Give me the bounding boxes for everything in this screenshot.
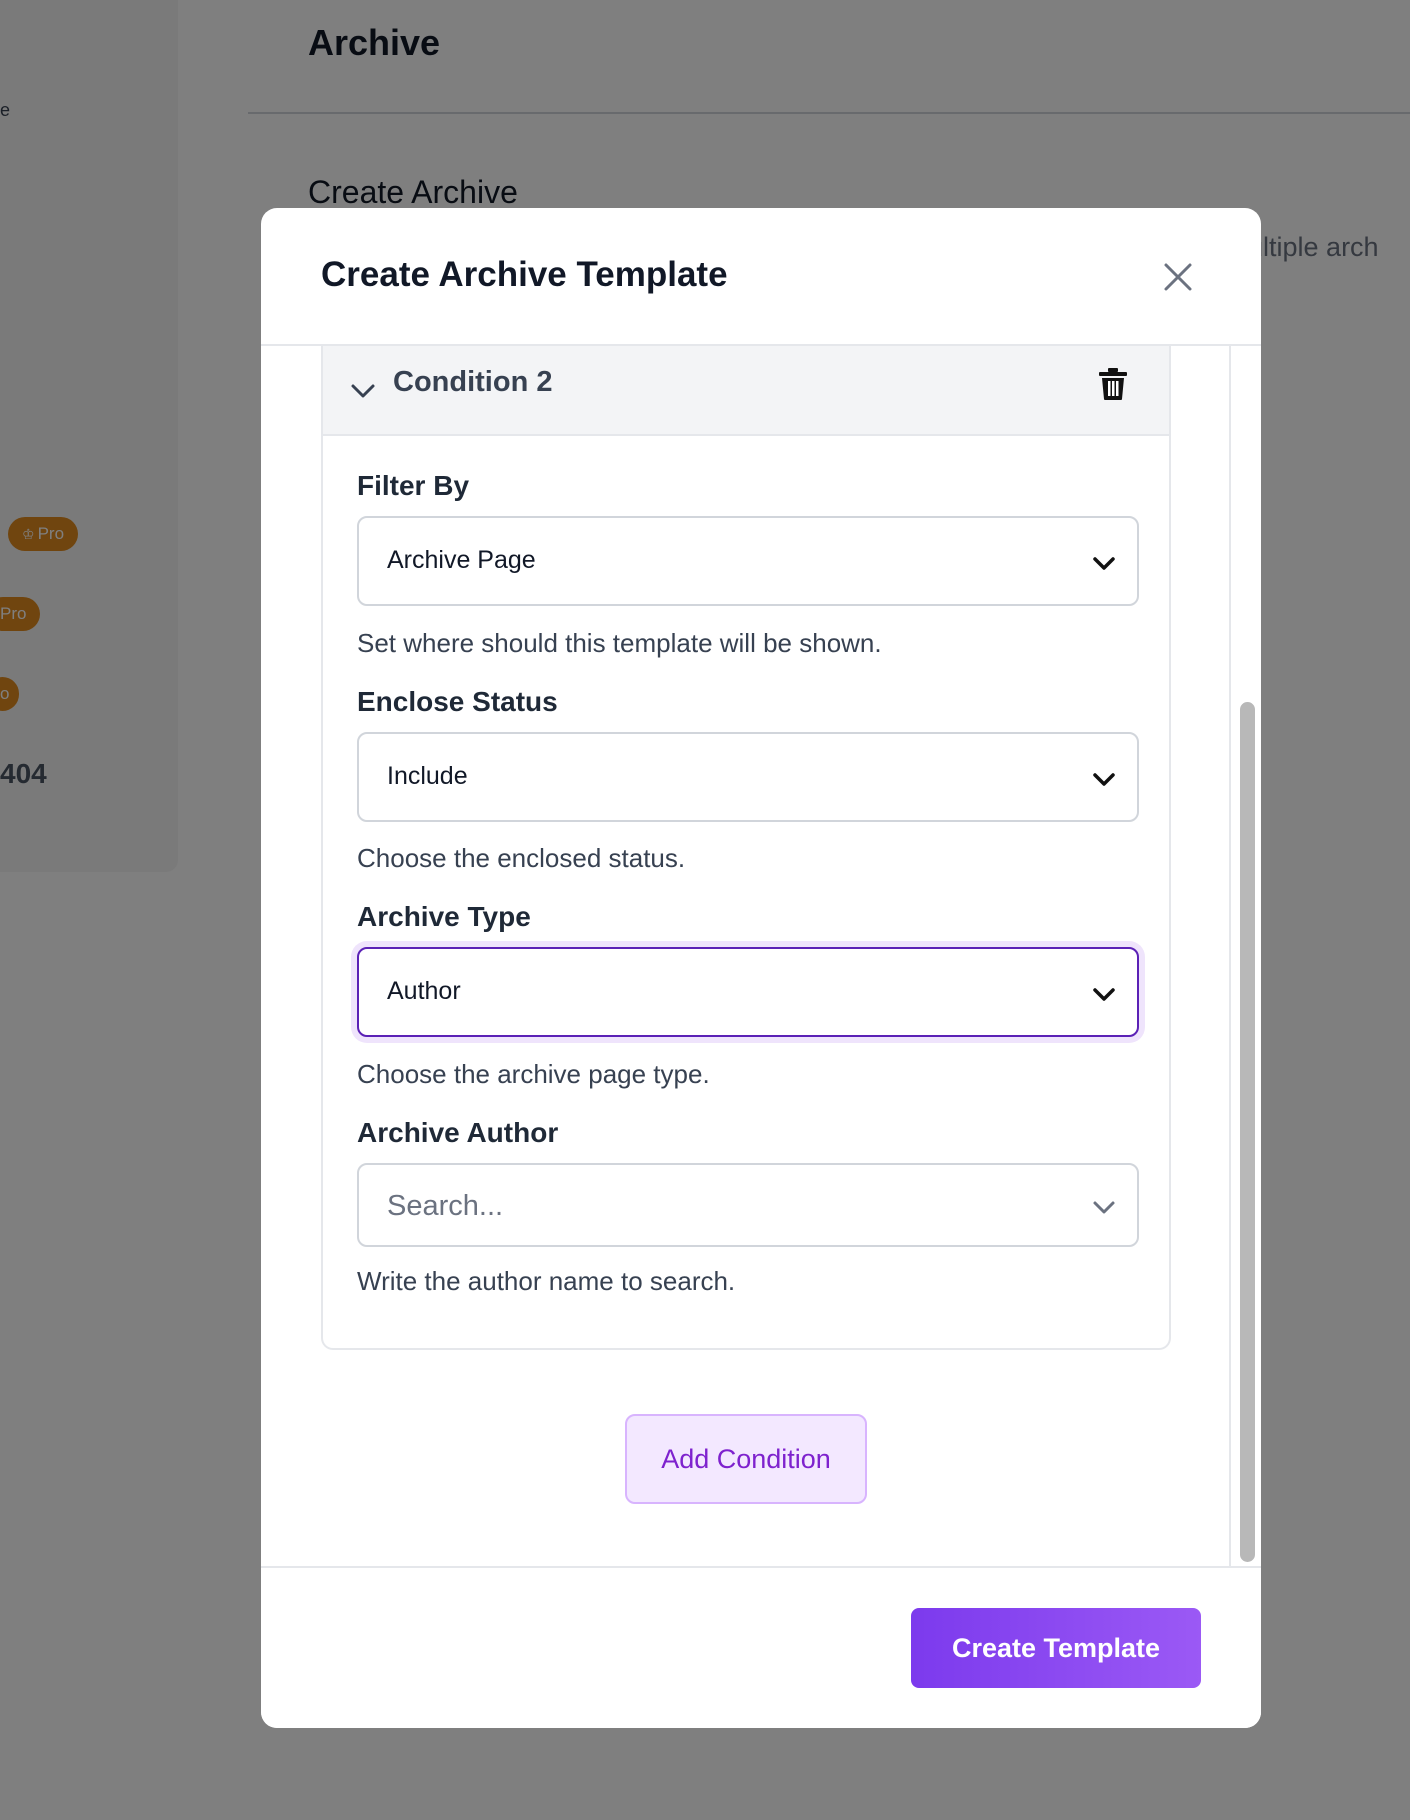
archive-type-label: Archive Type [357, 901, 531, 932]
condition-header[interactable]: Condition 2 [323, 346, 1169, 436]
modal-body: Condition 2 Filter By Archive Page Set w… [261, 346, 1231, 1728]
archive-type-value: Author [387, 977, 461, 1005]
condition-card: Condition 2 Filter By Archive Page Set w… [321, 346, 1171, 1350]
archive-author-placeholder: Search... [387, 1190, 504, 1222]
delete-condition-button[interactable] [1093, 364, 1133, 404]
enclose-status-select[interactable]: Include [357, 732, 1139, 822]
chevron-down-icon [1093, 988, 1115, 1001]
chevron-down-icon [1093, 1201, 1115, 1214]
archive-type-select[interactable]: Author [357, 947, 1139, 1037]
modal-body-content: Condition 2 Filter By Archive Page Set w… [261, 346, 1229, 1728]
trash-icon [1099, 368, 1127, 400]
close-icon [1164, 263, 1192, 291]
chevron-down-icon [1093, 773, 1115, 786]
modal-footer: Create Template [261, 1566, 1261, 1728]
modal-title: Create Archive Template [321, 255, 728, 294]
chevron-down-icon [1093, 557, 1115, 570]
archive-type-help: Choose the archive page type. [357, 1059, 710, 1089]
condition-title: Condition 2 [393, 366, 553, 398]
filter-by-select[interactable]: Archive Page [357, 516, 1139, 606]
filter-by-label: Filter By [357, 470, 470, 501]
archive-author-search[interactable]: Search... [357, 1163, 1139, 1247]
archive-author-label: Archive Author [357, 1117, 559, 1148]
create-template-button[interactable]: Create Template [911, 1608, 1201, 1688]
enclose-status-label: Enclose Status [357, 686, 558, 717]
enclose-status-value: Include [387, 762, 468, 790]
chevron-down-icon [351, 384, 375, 398]
scrollbar-thumb[interactable] [1240, 702, 1255, 1562]
add-condition-button[interactable]: Add Condition [625, 1414, 867, 1504]
close-button[interactable] [1151, 250, 1205, 304]
filter-by-value: Archive Page [387, 546, 536, 574]
create-archive-template-modal: Create Archive Template Condition 2 Filt… [261, 208, 1261, 1728]
modal-header: Create Archive Template [261, 208, 1261, 346]
enclose-status-help: Choose the enclosed status. [357, 843, 686, 873]
archive-author-help: Write the author name to search. [357, 1266, 736, 1296]
filter-by-help: Set where should this template will be s… [357, 628, 882, 658]
